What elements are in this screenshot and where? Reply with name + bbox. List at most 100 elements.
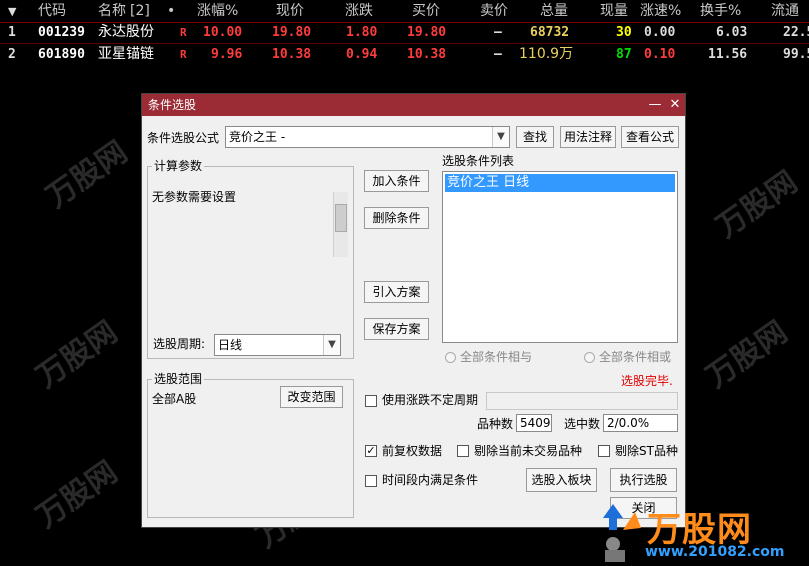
species-count: 5409	[516, 414, 552, 432]
radio-or-label: 全部条件相或	[599, 350, 672, 364]
header-volume[interactable]: 总量	[540, 1, 568, 22]
formula-select[interactable]: 竞价之王 - ▼	[225, 126, 510, 148]
fq-checkbox[interactable]: ✓	[365, 445, 377, 457]
exclude-notrade-checkbox[interactable]	[457, 445, 469, 457]
params-group-label: 计算参数	[152, 159, 205, 173]
save-plan-button[interactable]: 保存方案	[364, 318, 429, 340]
row-volume: 68732	[530, 25, 570, 40]
species-value: 5409	[520, 416, 551, 430]
view-formula-button[interactable]: 查看公式	[621, 126, 679, 148]
header-name[interactable]: 名称	[98, 1, 126, 22]
row-bid: 10.38	[407, 47, 447, 62]
row-index: 1	[8, 25, 16, 40]
row-current: 30	[616, 25, 632, 40]
params-scrollbar[interactable]	[333, 192, 348, 257]
fq-label: 前复权数据	[382, 444, 443, 458]
row-float: 99.5	[783, 47, 809, 62]
condition-list[interactable]: 竞价之王 日线	[442, 171, 678, 343]
watermark-text: 万股网	[710, 164, 804, 246]
species-label: 品种数	[477, 417, 514, 431]
row-turnover: 11.56	[708, 47, 748, 62]
range-group-label: 选股范围	[152, 372, 205, 386]
row-current: 87	[616, 47, 632, 62]
use-period-checkbox[interactable]	[365, 395, 377, 407]
quote-table: ▼ 代码 名称 [2] • 涨幅% 现价 涨跌 买价 卖价 总量 现量 涨速% …	[0, 0, 809, 62]
watermark-text: 万股网	[30, 454, 124, 536]
list-item[interactable]: 竞价之王 日线	[445, 174, 675, 192]
close-icon[interactable]: ✕	[666, 96, 684, 114]
interval-checkbox[interactable]	[365, 475, 377, 487]
header-turnover[interactable]: 换手%	[700, 1, 741, 22]
chevron-down-icon[interactable]: ▼	[323, 335, 340, 355]
selected-count: 2/0.0%	[603, 414, 678, 432]
header-speed[interactable]: 涨速%	[640, 1, 681, 22]
row-pct: 9.96	[211, 47, 243, 62]
period-select[interactable]: 日线 ▼	[214, 334, 341, 356]
dialog-title: 条件选股	[148, 98, 197, 112]
condition-list-label: 选股条件列表	[442, 154, 515, 168]
header-name-count: [2]	[130, 3, 150, 19]
import-plan-button[interactable]: 引入方案	[364, 281, 429, 303]
row-float: 22.5	[783, 25, 809, 40]
logo-url: www.201082.com	[645, 544, 785, 560]
header-bid[interactable]: 买价	[412, 1, 440, 22]
row-volume: 110.9万	[519, 46, 574, 62]
row-code: 001239	[38, 25, 85, 40]
usage-notes-button[interactable]: 用法注释	[560, 126, 616, 148]
radio-or[interactable]	[584, 352, 595, 363]
delete-condition-button[interactable]: 删除条件	[364, 207, 429, 229]
row-speed: 0.10	[644, 47, 676, 62]
period-range-field[interactable]	[486, 392, 678, 410]
row-price: 10.38	[272, 47, 312, 62]
table-row[interactable]: 1 001239 永达股份 R 10.00 19.80 1.80 19.80 —…	[0, 22, 809, 43]
formula-value: 竞价之王 -	[229, 130, 286, 144]
header-float[interactable]: 流通	[771, 1, 799, 22]
radio-and[interactable]	[445, 352, 456, 363]
table-row[interactable]: 2 601890 亚星锚链 R 9.96 10.38 0.94 10.38 — …	[0, 44, 809, 65]
row-speed: 0.00	[644, 25, 676, 40]
chevron-down-icon[interactable]: ▼	[492, 127, 509, 147]
execute-button[interactable]: 执行选股	[610, 468, 677, 492]
interval-label: 时间段内满足条件	[382, 473, 479, 487]
header-dot: •	[167, 3, 176, 19]
header-change[interactable]: 涨跌	[345, 1, 373, 22]
minimize-icon[interactable]: —	[646, 96, 664, 114]
watermark-text: 万股网	[40, 134, 134, 216]
row-change: 0.94	[346, 47, 378, 62]
row-name: 亚星锚链	[98, 46, 154, 62]
scrollbar-thumb[interactable]	[335, 204, 347, 232]
add-condition-button[interactable]: 加入条件	[364, 170, 429, 192]
row-price: 19.80	[272, 25, 312, 40]
header-ask[interactable]: 卖价	[480, 1, 508, 22]
params-text: 无参数需要设置	[152, 190, 237, 204]
sort-arrow-icon[interactable]: ▼	[8, 1, 16, 22]
row-ask: —	[494, 47, 502, 62]
row-ask: —	[494, 25, 502, 40]
row-flag: R	[180, 48, 187, 61]
row-flag: R	[180, 26, 187, 39]
row-name: 永达股份	[98, 24, 154, 40]
header-code[interactable]: 代码	[38, 1, 66, 22]
change-range-button[interactable]: 改变范围	[280, 386, 343, 408]
find-button[interactable]: 查找	[516, 126, 554, 148]
watermark-text: 万股网	[30, 314, 124, 396]
watermark-text: 万股网	[700, 314, 794, 396]
row-bid: 19.80	[407, 25, 447, 40]
row-turnover: 6.03	[716, 25, 748, 40]
table-header: ▼ 代码 名称 [2] • 涨幅% 现价 涨跌 买价 卖价 总量 现量 涨速% …	[0, 1, 809, 22]
header-pct[interactable]: 涨幅%	[197, 1, 238, 22]
period-label: 选股周期:	[153, 337, 206, 351]
exclude-st-checkbox[interactable]	[598, 445, 610, 457]
row-index: 2	[8, 47, 16, 62]
add-to-board-button[interactable]: 选股入板块	[526, 468, 597, 492]
dialog-titlebar[interactable]: 条件选股 — ✕	[142, 94, 685, 116]
status-text: 选股完毕.	[621, 374, 673, 388]
exclude-st-label: 剔除ST品种	[615, 444, 678, 458]
header-price[interactable]: 现价	[276, 1, 304, 22]
range-value: 全部A股	[152, 392, 197, 406]
stock-screener-dialog: 条件选股 — ✕ 条件选股公式 竞价之王 - ▼ 查找 用法注释 查看公式 计算…	[141, 93, 686, 528]
selected-value: 2/0.0%	[607, 416, 650, 430]
formula-label: 条件选股公式	[147, 131, 220, 145]
exclude-notrade-label: 剔除当前未交易品种	[474, 444, 583, 458]
header-current[interactable]: 现量	[600, 1, 628, 22]
